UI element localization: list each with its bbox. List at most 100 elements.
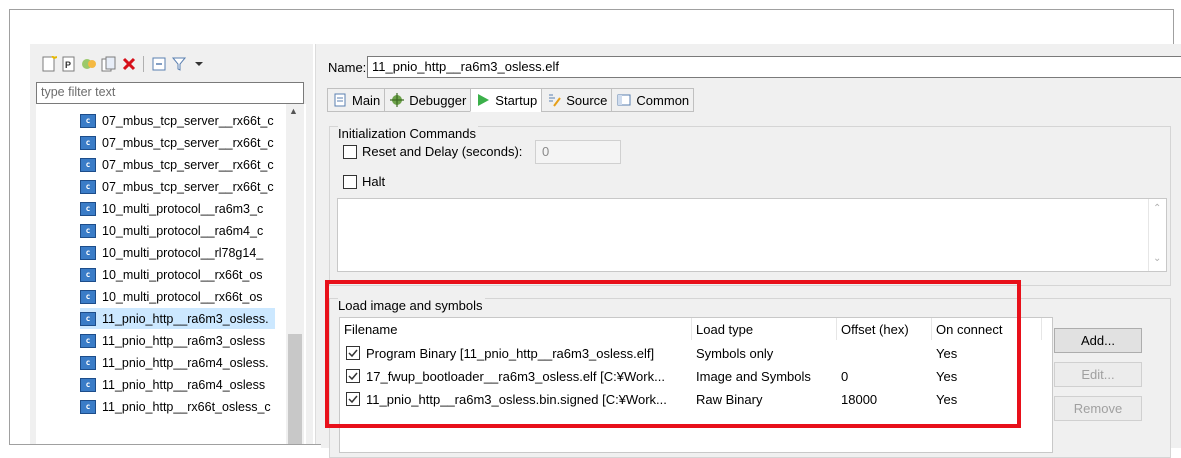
add-button[interactable]: Add...: [1054, 328, 1142, 353]
c-file-icon: c: [80, 245, 96, 260]
launch-config-tree: c 07_mbus_tcp_server__rx66t_c c 07_mbus_tc…: [36, 104, 306, 444]
remove-button[interactable]: Remove: [1054, 396, 1142, 421]
list-item[interactable]: c 07_mbus_tcp_server__rx66t_c: [80, 110, 274, 131]
list-item-label: 10_multi_protocol__rx66t_os: [102, 267, 263, 282]
column-header-load-type[interactable]: Load type: [692, 318, 837, 340]
list-item-label: 10_multi_protocol__ra6m3_c: [102, 201, 264, 216]
list-item[interactable]: c 07_mbus_tcp_server__rx66t_c: [80, 154, 274, 175]
filter-input[interactable]: type filter text: [36, 82, 304, 104]
offset-cell: 0: [841, 368, 849, 384]
list-item[interactable]: c 11_pnio_http__ra6m4_osless: [80, 374, 265, 395]
list-item-label: 11_pnio_http__ra6m4_osless: [102, 377, 266, 392]
list-item[interactable]: c 10_multi_protocol__ra6m3_c: [80, 198, 263, 219]
list-item[interactable]: c 11_pnio_http__ra6m3_osless: [80, 330, 265, 351]
offset-cell: [841, 342, 931, 364]
textarea-scrollbar[interactable]: ⌃ ⌄: [1148, 199, 1166, 271]
c-file-icon: c: [80, 399, 96, 414]
column-header-on-connect[interactable]: On connect: [932, 318, 1042, 340]
scrollbar-thumb[interactable]: [288, 334, 302, 444]
c-file-icon: c: [80, 289, 96, 304]
row-checkbox[interactable]: [346, 346, 360, 360]
duplicate-icon[interactable]: [100, 56, 117, 73]
scroll-up-icon[interactable]: ▲: [289, 106, 298, 116]
table-row[interactable]: 17_fwup_bootloader__ra6m3_osless.elf [C:…: [340, 365, 1054, 387]
tab-label: Debugger: [409, 92, 467, 108]
list-item-selected[interactable]: c 11_pnio_http__ra6m3_osless.: [80, 308, 275, 329]
column-header-filename[interactable]: Filename: [340, 318, 692, 340]
chevron-down-icon[interactable]: [190, 56, 207, 73]
on-connect-cell: Yes: [936, 368, 958, 384]
scroll-up-icon[interactable]: ⌃: [1153, 203, 1161, 214]
common-icon: [616, 92, 632, 108]
export-icon[interactable]: [80, 56, 97, 73]
list-item[interactable]: c 07_mbus_tcp_server__rx66t_c: [80, 176, 274, 197]
config-name-field[interactable]: 11_pnio_http__ra6m3_osless.elf: [367, 56, 1181, 78]
list-item-label: 07_mbus_tcp_server__rx66t_c: [102, 157, 274, 172]
list-item[interactable]: c 11_pnio_http__rx66t_osless_c: [80, 396, 271, 417]
row-checkbox[interactable]: [346, 369, 360, 383]
source-icon: [546, 92, 562, 108]
collapse-all-icon[interactable]: [150, 56, 167, 73]
c-file-icon: c: [80, 201, 96, 216]
filter-icon[interactable]: [170, 56, 187, 73]
load-type-cell: Raw Binary: [696, 391, 763, 407]
load-image-table: Filename Load type Offset (hex) On conne…: [339, 317, 1053, 453]
svg-text:P: P: [65, 60, 71, 70]
group-title: Load image and symbols: [338, 298, 485, 313]
tab-common[interactable]: Common: [611, 88, 695, 112]
tab-label: Common: [636, 92, 690, 108]
tab-label: Main: [352, 92, 381, 108]
table-row[interactable]: 11_pnio_http__ra6m3_osless.bin.signed [C…: [340, 388, 1054, 410]
column-header-offset[interactable]: Offset (hex): [837, 318, 932, 340]
table-row[interactable]: Program Binary [11_pnio_http__ra6m3_osle…: [340, 342, 1054, 364]
c-file-icon: c: [80, 333, 96, 348]
filename-cell: 17_fwup_bootloader__ra6m3_osless.elf [C:…: [346, 365, 690, 387]
list-item[interactable]: c 11_pnio_http__ra6m4_osless.: [80, 352, 269, 373]
group-title: Initialization Commands: [338, 126, 479, 141]
left-toolbar: P: [40, 52, 207, 76]
list-item-label: 11_pnio_http__ra6m3_osless.: [102, 311, 269, 326]
on-connect-cell: Yes: [936, 345, 958, 361]
toolbar-separator: [143, 56, 144, 72]
config-editor-panel: Name: 11_pnio_http__ra6m3_osless.elf Mai…: [321, 44, 1181, 458]
list-item[interactable]: c 07_mbus_tcp_server__rx66t_c: [80, 132, 274, 153]
new-prototype-icon[interactable]: P: [60, 56, 77, 73]
tab-label: Source: [566, 92, 608, 108]
reset-label: Reset and Delay (seconds):: [362, 144, 523, 159]
list-item[interactable]: c 10_multi_protocol__rl78g14_: [80, 242, 263, 263]
filename-cell: 11_pnio_http__ra6m3_osless.bin.signed [C…: [346, 388, 690, 410]
c-file-icon: c: [80, 135, 96, 150]
launch-config-list-panel: P type filter text c 07_mbus_tcp_server__…: [30, 44, 313, 444]
on-connect-cell: Yes: [936, 391, 958, 407]
c-file-icon: c: [80, 377, 96, 392]
list-item[interactable]: c 10_multi_protocol__ra6m4_c: [80, 220, 263, 241]
filename-text: Program Binary [11_pnio_http__ra6m3_osle…: [366, 345, 655, 361]
halt-checkbox[interactable]: [343, 174, 357, 189]
tab-startup[interactable]: Startup: [470, 88, 542, 112]
scroll-down-icon[interactable]: ⌄: [1153, 253, 1161, 264]
c-file-icon: c: [80, 223, 96, 238]
list-item-label: 07_mbus_tcp_server__rx66t_c: [102, 179, 274, 194]
halt-label: Halt: [362, 174, 386, 189]
list-item-label: 07_mbus_tcp_server__rx66t_c: [102, 113, 274, 128]
delete-icon[interactable]: [120, 56, 137, 73]
list-item-label: 10_multi_protocol__rx66t_os: [102, 289, 263, 304]
halt-row: Halt: [343, 174, 385, 189]
tree-scrollbar[interactable]: ▲: [286, 104, 304, 444]
list-item[interactable]: c 10_multi_protocol__rx66t_os: [80, 286, 263, 307]
init-commands-textarea[interactable]: ⌃ ⌄: [337, 198, 1167, 272]
c-file-icon: c: [80, 311, 96, 326]
c-file-icon: c: [80, 355, 96, 370]
filename-text: 11_pnio_http__ra6m3_osless.bin.signed [C…: [366, 391, 667, 407]
delay-seconds-field[interactable]: 0: [535, 140, 621, 164]
tab-debugger[interactable]: Debugger: [384, 88, 471, 112]
tab-main[interactable]: Main: [327, 88, 385, 112]
reset-checkbox[interactable]: [343, 144, 357, 159]
play-icon: [475, 92, 491, 108]
tab-source[interactable]: Source: [541, 88, 612, 112]
new-config-icon[interactable]: [40, 56, 57, 73]
row-checkbox[interactable]: [346, 392, 360, 406]
list-item[interactable]: c 10_multi_protocol__rx66t_os: [80, 264, 263, 285]
edit-button[interactable]: Edit...: [1054, 362, 1142, 387]
filename-cell: Program Binary [11_pnio_http__ra6m3_osle…: [346, 342, 690, 364]
